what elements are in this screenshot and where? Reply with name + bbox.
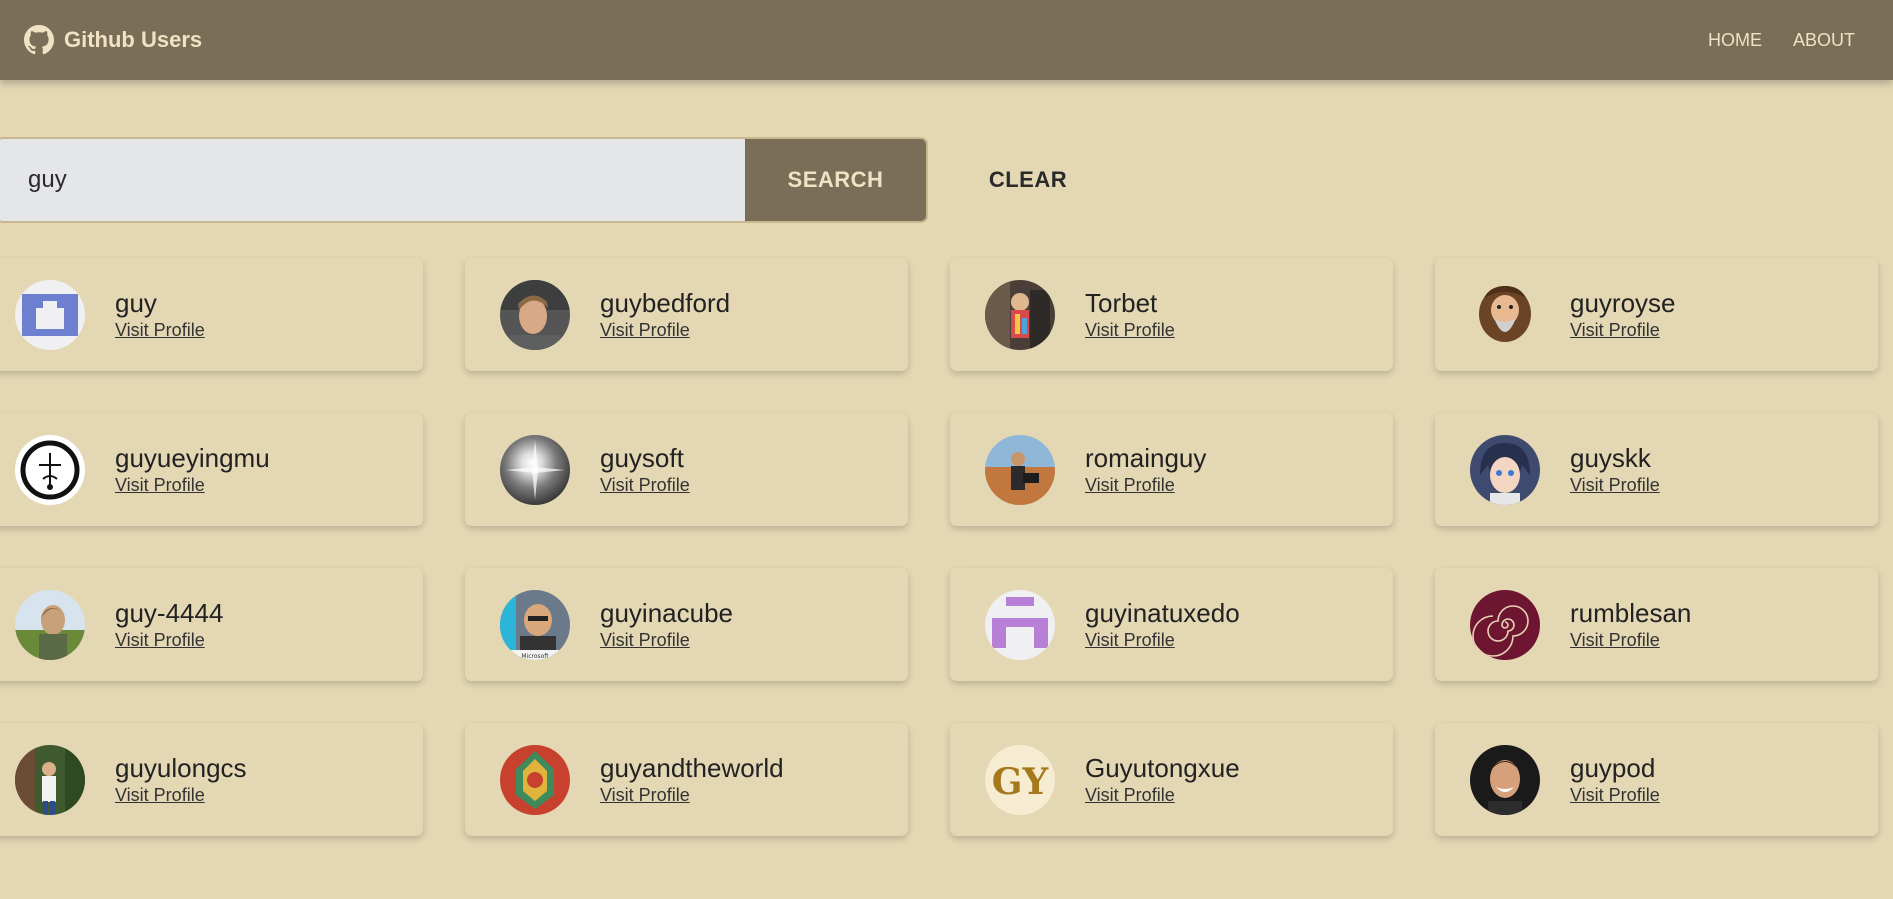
visit-profile-link[interactable]: Visit Profile bbox=[115, 319, 205, 341]
username: guypod bbox=[1570, 753, 1656, 783]
username: romainguy bbox=[1085, 443, 1207, 473]
visit-profile-link[interactable]: Visit Profile bbox=[1570, 629, 1691, 651]
search-form: SEARCH bbox=[0, 137, 928, 223]
user-info: guypod Visit Profile bbox=[1570, 753, 1660, 806]
svg-text:Microsoft: Microsoft bbox=[521, 653, 549, 660]
visit-profile-link[interactable]: Visit Profile bbox=[115, 784, 247, 806]
user-card: guypod Visit Profile bbox=[1435, 723, 1878, 836]
user-card: guyskk Visit Profile bbox=[1435, 413, 1878, 526]
user-card: Torbet Visit Profile bbox=[950, 258, 1393, 371]
visit-profile-link[interactable]: Visit Profile bbox=[1085, 784, 1240, 806]
user-card: guyroyse Visit Profile bbox=[1435, 258, 1878, 371]
navbar: Github Users HOME ABOUT bbox=[0, 0, 1893, 80]
photo-colorful-avatar bbox=[985, 279, 1055, 350]
username: guy bbox=[115, 288, 157, 318]
visit-profile-link[interactable]: Visit Profile bbox=[600, 629, 733, 651]
visit-profile-link[interactable]: Visit Profile bbox=[600, 474, 690, 496]
user-info: guyinatuxedo Visit Profile bbox=[1085, 598, 1240, 651]
username: guyandtheworld bbox=[600, 753, 784, 783]
user-info: Guyutongxue Visit Profile bbox=[1085, 753, 1240, 806]
anime-portrait-avatar bbox=[1470, 434, 1540, 505]
photo-smile-avatar bbox=[1470, 744, 1540, 815]
user-info: romainguy Visit Profile bbox=[1085, 443, 1206, 496]
user-card: guyinatuxedo Visit Profile bbox=[950, 568, 1393, 681]
visit-profile-link[interactable]: Visit Profile bbox=[1570, 784, 1660, 806]
user-info: Torbet Visit Profile bbox=[1085, 288, 1175, 341]
user-info: guy Visit Profile bbox=[115, 288, 205, 341]
photo-outdoor-avatar bbox=[15, 589, 85, 660]
photo-portrait-avatar bbox=[500, 279, 570, 350]
username: rumblesan bbox=[1570, 598, 1692, 628]
username: guyskk bbox=[1570, 443, 1651, 473]
user-info: guyandtheworld Visit Profile bbox=[600, 753, 784, 806]
visit-profile-link[interactable]: Visit Profile bbox=[115, 474, 270, 496]
svg-text:GY: GY bbox=[992, 761, 1050, 803]
spiral-shell-avatar bbox=[1470, 589, 1540, 660]
username: guysoft bbox=[600, 443, 684, 473]
visit-profile-link[interactable]: Visit Profile bbox=[115, 629, 223, 651]
identicon-blue-avatar bbox=[15, 279, 85, 350]
user-card: guyulongcs Visit Profile bbox=[0, 723, 423, 836]
visit-profile-link[interactable]: Visit Profile bbox=[600, 319, 730, 341]
visit-profile-link[interactable]: Visit Profile bbox=[1570, 319, 1676, 341]
ornate-red-avatar bbox=[500, 744, 570, 815]
github-icon bbox=[24, 25, 54, 55]
user-card: guybedford Visit Profile bbox=[465, 258, 908, 371]
user-card: GY Guyutongxue Visit Profile bbox=[950, 723, 1393, 836]
ink-circle-avatar bbox=[15, 434, 85, 505]
user-card: guysoft Visit Profile bbox=[465, 413, 908, 526]
monogram-gy-avatar: GY bbox=[985, 744, 1055, 815]
user-info: rumblesan Visit Profile bbox=[1570, 598, 1691, 651]
user-info: guybedford Visit Profile bbox=[600, 288, 730, 341]
light-flare-avatar bbox=[500, 434, 570, 505]
user-grid: guy Visit Profile guybedford Visit Profi… bbox=[0, 258, 1878, 836]
clear-button[interactable]: CLEAR bbox=[968, 137, 1088, 223]
username: guyinacube bbox=[600, 598, 733, 628]
visit-profile-link[interactable]: Visit Profile bbox=[1085, 629, 1240, 651]
username: Guyutongxue bbox=[1085, 753, 1240, 783]
user-card: guyueyingmu Visit Profile bbox=[0, 413, 423, 526]
user-info: guyueyingmu Visit Profile bbox=[115, 443, 270, 496]
user-info: guy-4444 Visit Profile bbox=[115, 598, 223, 651]
username: guyinatuxedo bbox=[1085, 598, 1240, 628]
user-info: guyskk Visit Profile bbox=[1570, 443, 1660, 496]
user-card: rumblesan Visit Profile bbox=[1435, 568, 1878, 681]
visit-profile-link[interactable]: Visit Profile bbox=[1085, 319, 1175, 341]
search-input[interactable] bbox=[0, 139, 745, 221]
username: guyroyse bbox=[1570, 288, 1676, 318]
visit-profile-link[interactable]: Visit Profile bbox=[1570, 474, 1660, 496]
identicon-purple-avatar bbox=[985, 589, 1055, 660]
visit-profile-link[interactable]: Visit Profile bbox=[600, 784, 784, 806]
username: guybedford bbox=[600, 288, 731, 318]
search-button[interactable]: SEARCH bbox=[745, 139, 926, 221]
user-info: guysoft Visit Profile bbox=[600, 443, 690, 496]
nav-home-link[interactable]: HOME bbox=[1708, 30, 1762, 51]
username: guyueyingmu bbox=[115, 443, 270, 473]
photo-forest-avatar bbox=[15, 744, 85, 815]
user-card: romainguy Visit Profile bbox=[950, 413, 1393, 526]
search-row: SEARCH CLEAR bbox=[0, 137, 1893, 223]
user-info: guyulongcs Visit Profile bbox=[115, 753, 247, 806]
user-info: guyinacube Visit Profile bbox=[600, 598, 733, 651]
username: guy-4444 bbox=[115, 598, 224, 628]
nav-about-link[interactable]: ABOUT bbox=[1793, 30, 1855, 51]
brand[interactable]: Github Users bbox=[24, 25, 202, 55]
visit-profile-link[interactable]: Visit Profile bbox=[1085, 474, 1206, 496]
cartoon-wizard-avatar bbox=[1470, 279, 1540, 350]
photo-desert-avatar bbox=[985, 434, 1055, 505]
username: guyulongcs bbox=[115, 753, 247, 783]
user-card: Microsoft guyinacube Visit Profile bbox=[465, 568, 908, 681]
cartoon-bald-avatar: Microsoft bbox=[500, 589, 570, 660]
user-card: guy-4444 Visit Profile bbox=[0, 568, 423, 681]
nav-links: HOME ABOUT bbox=[1708, 30, 1869, 51]
user-card: guyandtheworld Visit Profile bbox=[465, 723, 908, 836]
user-info: guyroyse Visit Profile bbox=[1570, 288, 1676, 341]
username: Torbet bbox=[1085, 288, 1158, 318]
user-card: guy Visit Profile bbox=[0, 258, 423, 371]
app-title: Github Users bbox=[64, 27, 203, 52]
